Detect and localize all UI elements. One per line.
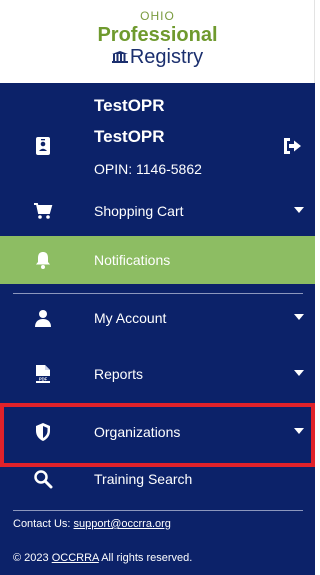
nav-label-reports: Reports (94, 366, 144, 382)
nav-item-reports[interactable]: PDF Reports (0, 350, 315, 398)
copyright-prefix: © 2023 (13, 552, 52, 564)
shopping-cart-icon (34, 203, 53, 219)
nav-panel: TestOPR TestOPR OPIN: 1146-5862 Shopping… (0, 83, 315, 575)
logo-professional-text: Professional (97, 24, 218, 46)
person-icon (35, 310, 51, 327)
chevron-down-icon (294, 370, 304, 376)
registry-logo[interactable]: OHIO Professional Registry (0, 0, 315, 83)
nav-label-training-search: Training Search (94, 471, 193, 487)
footer-contact: Contact Us: support@occrra.org (13, 517, 171, 531)
user-block: TestOPR TestOPR OPIN: 1146-5862 (0, 83, 315, 194)
logo-registry-text: Registry (129, 46, 204, 68)
nav-label-organizations: Organizations (94, 424, 181, 440)
nav-item-organizations[interactable]: Organizations (0, 408, 315, 456)
nav-item-training-search[interactable]: Training Search (0, 455, 315, 503)
svg-text:PDF: PDF (39, 376, 48, 381)
footer-copyright: © 2023 OCCRRA All rights reserved. (13, 551, 192, 565)
logout-icon[interactable] (282, 137, 302, 155)
user-opin: OPIN: 1146-5862 (94, 161, 202, 177)
nav-label-shopping-cart: Shopping Cart (94, 203, 184, 219)
nav-item-my-account[interactable]: My Account (0, 294, 315, 342)
nav-item-shopping-cart[interactable]: Shopping Cart (0, 187, 315, 235)
copyright-suffix: All rights reserved. (98, 552, 193, 564)
logo-registry-row: Registry (0, 46, 315, 70)
building-icon (111, 51, 128, 63)
nav-divider (13, 510, 303, 511)
bell-icon (36, 252, 50, 269)
id-badge-icon (36, 137, 50, 155)
user-first-name: TestOPR (94, 96, 165, 115)
nav-label-notifications: Notifications (94, 252, 171, 268)
contact-prefix: Contact Us: (13, 518, 74, 530)
contact-email-link[interactable]: support@occrra.org (74, 518, 171, 530)
chevron-down-icon (294, 207, 304, 213)
nav-label-my-account: My Account (94, 310, 167, 326)
occrra-link[interactable]: OCCRRA (52, 552, 99, 564)
logo-ohio-text: OHIO (140, 9, 175, 23)
shield-icon (36, 423, 50, 441)
chevron-down-icon (294, 314, 304, 320)
nav-divider (13, 405, 303, 406)
chevron-down-icon (294, 428, 304, 434)
nav-item-notifications[interactable]: Notifications (0, 236, 315, 284)
search-icon (34, 470, 53, 489)
user-last-name: TestOPR (94, 127, 165, 146)
pdf-file-icon: PDF (36, 365, 50, 383)
sidebar: OHIO Professional Registry TestOPR TestO… (0, 0, 315, 575)
